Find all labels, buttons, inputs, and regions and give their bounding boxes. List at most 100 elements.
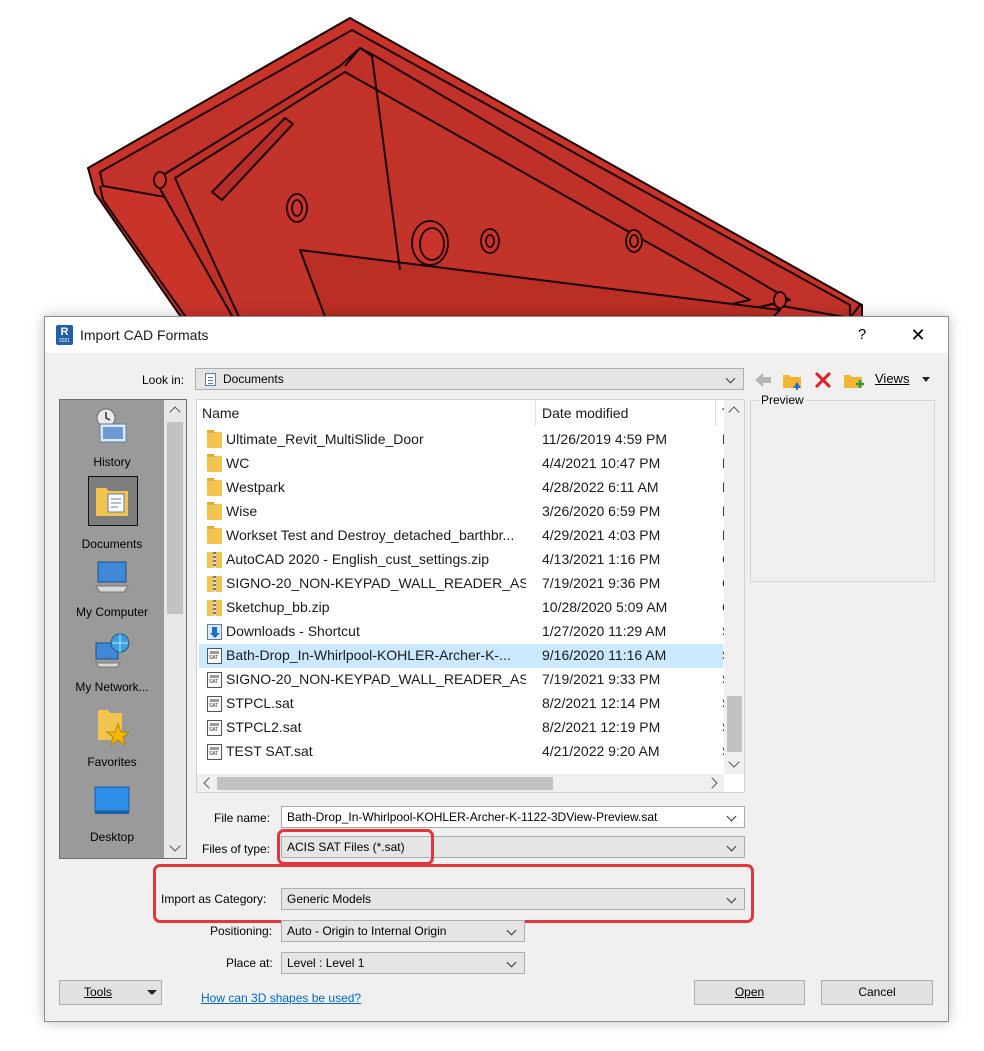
views-label: Views [875, 371, 910, 386]
file-name-cell: Westpark [226, 479, 285, 495]
cancel-button[interactable]: Cancel [821, 980, 933, 1005]
place-favorites-label: Favorites [87, 755, 137, 769]
chevron-down-icon [726, 837, 738, 857]
file-name-cell: Wise [226, 503, 258, 519]
vscroll-thumb[interactable] [727, 696, 742, 752]
places-scroll-thumb[interactable] [167, 422, 183, 614]
caret-down-icon [922, 377, 930, 382]
file-name-cell: WC [226, 455, 250, 471]
file-row[interactable]: Sketchup_bb.zip10/28/2020 5:09 AMC [199, 596, 732, 620]
file-name-cell: STPCL2.sat [226, 719, 302, 735]
open-button[interactable]: Open [694, 980, 805, 1005]
file-date-cell: 4/4/2021 10:47 PM [542, 455, 661, 471]
file-date-cell: 1/27/2020 11:29 AM [542, 623, 667, 639]
scroll-down-icon[interactable] [169, 840, 181, 852]
place-at-value: Level : Level 1 [287, 956, 365, 970]
file-date-cell: 4/28/2022 6:11 AM [542, 479, 659, 495]
file-row[interactable]: AutoCAD 2020 - English_cust_settings.zip… [199, 548, 732, 572]
file-row[interactable]: SIGNO-20_NON-KEYPAD_WALL_READER_AS... 7/1… [199, 572, 732, 596]
places-scrollbar[interactable] [164, 400, 186, 858]
chevron-down-icon[interactable] [726, 807, 738, 827]
look-in-value: Documents [223, 372, 284, 386]
file-row[interactable]: WC4/4/2021 10:47 PMF [199, 452, 731, 476]
views-menu-button[interactable]: Views [875, 371, 935, 391]
file-list-vscrollbar[interactable] [724, 400, 744, 774]
help-link[interactable]: How can 3D shapes be used? [201, 991, 361, 1005]
delete-icon[interactable] [812, 369, 834, 391]
file-row[interactable]: Wise3/26/2020 6:59 PMF [199, 500, 731, 524]
chevron-down-icon [506, 921, 518, 941]
column-header-name[interactable]: Name [202, 405, 239, 421]
file-date-cell: 4/29/2021 4:03 PM [542, 527, 661, 543]
hscroll-thumb[interactable] [217, 777, 553, 790]
dialog-title: Import CAD Formats [80, 327, 209, 343]
up-folder-icon[interactable] [781, 369, 803, 391]
file-row[interactable]: Westpark4/28/2022 6:11 AMF [199, 476, 731, 500]
file-row[interactable]: Ultimate_Revit_MultiSlide_Door 11/26/2019… [199, 428, 731, 452]
chevron-down-icon [725, 369, 737, 389]
place-my-network[interactable]: My Network... [60, 631, 164, 694]
desktop-icon [94, 786, 130, 814]
place-favorites[interactable]: Favorites [60, 706, 164, 769]
file-row[interactable]: Workset Test and Destroy_detached_barthb… [199, 524, 731, 548]
file-date-cell: 9/16/2020 11:16 AM [542, 647, 667, 663]
folder-icon [207, 454, 222, 472]
folder-icon [207, 526, 222, 544]
scroll-left-icon[interactable] [203, 777, 215, 789]
scroll-down-icon[interactable] [728, 756, 740, 768]
import-cad-dialog: R 2021 Import CAD Formats ? ✕ Look in: Do… [44, 316, 949, 1022]
place-desktop-label: Desktop [89, 830, 135, 844]
help-button[interactable]: ? [850, 323, 874, 347]
revit-app-icon: R 2021 [56, 325, 73, 345]
file-row[interactable]: Bath-Drop_In-Whirlpool-KOHLER-Archer-K-.… [199, 644, 731, 668]
place-history-label: History [93, 455, 131, 469]
sat-file-icon [207, 744, 222, 760]
folder-icon [207, 478, 222, 496]
place-history[interactable]: History [60, 406, 164, 469]
scroll-up-icon[interactable] [169, 406, 181, 418]
sat-file-icon [207, 672, 222, 688]
import-category-highlight [153, 864, 754, 923]
file-date-cell: 11/26/2019 4:59 PM [542, 431, 668, 447]
file-list-hscrollbar[interactable] [197, 774, 724, 792]
column-separator[interactable] [535, 400, 536, 426]
sat-file-icon [207, 648, 222, 664]
place-documents[interactable]: Documents [60, 476, 164, 551]
file-row[interactable]: STPCL.sat8/2/2021 12:14 PMS [199, 692, 731, 716]
file-date-cell: 4/21/2022 9:20 AM [542, 743, 660, 759]
file-date-cell: 10/28/2020 5:09 AM [542, 599, 668, 615]
scroll-up-icon[interactable] [728, 406, 740, 418]
computer-icon [95, 561, 129, 593]
file-name-cell: TEST SAT.sat [226, 743, 313, 759]
zip-file-icon [207, 600, 222, 616]
place-at-dropdown[interactable]: Level : Level 1 [281, 952, 525, 974]
sat-file-icon [207, 720, 222, 736]
files-of-type-highlight [277, 829, 434, 865]
column-separator[interactable] [715, 400, 716, 426]
file-row[interactable]: SIGNO-20_NON-KEYPAD_WALL_READER_AS... 7/1… [199, 668, 731, 692]
favorites-icon [98, 710, 131, 747]
file-name-cell: AutoCAD 2020 - English_cust_settings.zip [226, 551, 490, 567]
new-folder-icon[interactable] [842, 369, 864, 391]
file-name-input[interactable]: Bath-Drop_In-Whirlpool-KOHLER-Archer-K-1… [281, 806, 745, 828]
file-name-cell: Workset Test and Destroy_detached_barthb… [226, 527, 515, 543]
file-row[interactable]: Downloads - Shortcut1/27/2020 11:29 AMS [199, 620, 731, 644]
back-icon[interactable] [752, 369, 774, 391]
network-icon [95, 633, 130, 668]
scroll-right-icon[interactable] [706, 777, 718, 789]
place-desktop[interactable]: Desktop [60, 781, 164, 844]
tools-button[interactable]: Tools [59, 980, 162, 1005]
file-row[interactable]: STPCL2.sat8/2/2021 12:19 PMS [199, 716, 731, 740]
close-button[interactable]: ✕ [903, 321, 933, 349]
open-label: Open [734, 985, 765, 999]
positioning-label: Positioning: [210, 924, 273, 938]
tools-label: Tools [84, 985, 113, 999]
file-row[interactable]: TEST SAT.sat4/21/2022 9:20 AMS [199, 740, 731, 764]
place-my-computer[interactable]: My Computer [60, 556, 164, 619]
folder-icon [207, 502, 222, 520]
positioning-dropdown[interactable]: Auto - Origin to Internal Origin [281, 920, 525, 942]
column-header-date[interactable]: Date modified [542, 405, 628, 421]
look-in-dropdown[interactable]: Documents [195, 368, 744, 390]
history-icon [96, 408, 127, 443]
zip-file-icon [207, 552, 222, 568]
